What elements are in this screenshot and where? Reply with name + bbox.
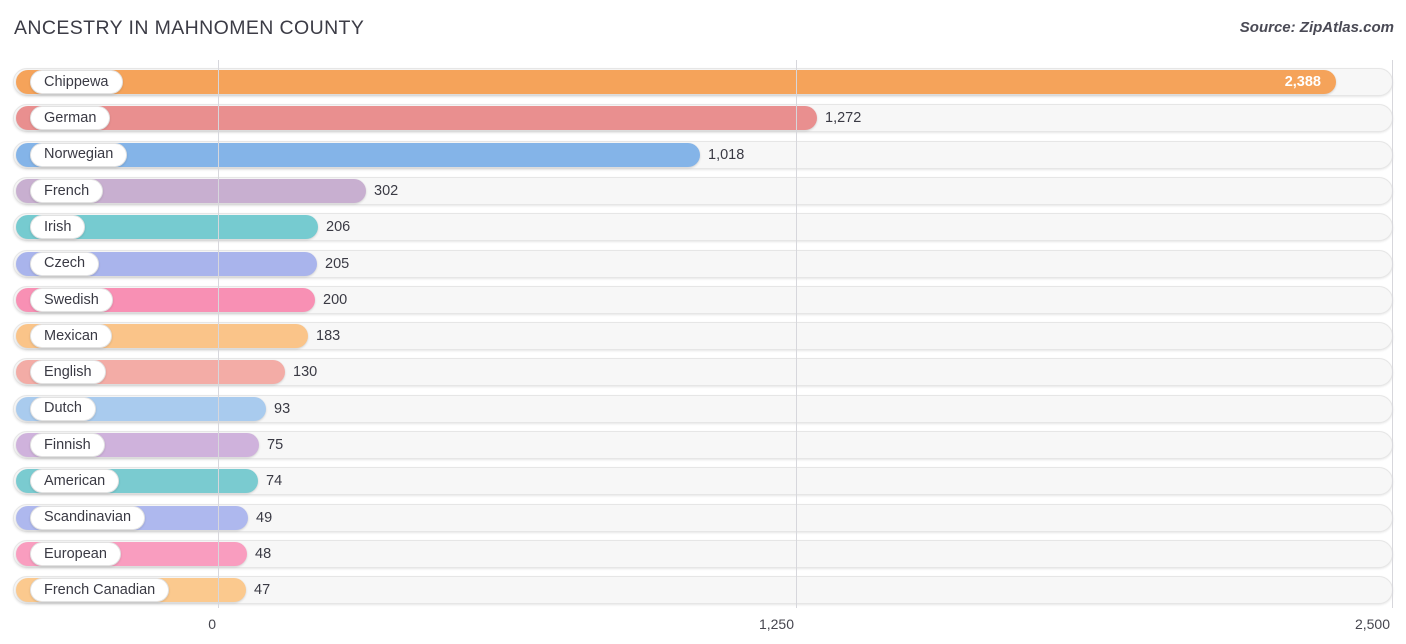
bar-row[interactable]: French 302 [0, 176, 1406, 205]
bar-row[interactable]: Czech 205 [0, 249, 1406, 278]
bar-value-label: 302 [374, 182, 399, 199]
bar-row[interactable]: Finnish 75 [0, 431, 1406, 459]
bar-category-label: Swedish [44, 291, 99, 308]
bar-row[interactable]: Swedish 200 [0, 285, 1406, 314]
bar-value-label: 205 [325, 255, 350, 272]
bar-row[interactable]: Mexican 183 [0, 322, 1406, 351]
bar-value-label: 130 [293, 364, 318, 381]
bar-value-label: 206 [326, 219, 351, 236]
bar-category-label: Chippewa [44, 73, 109, 90]
gridline-2500 [1392, 60, 1393, 608]
bar-category-label: German [44, 110, 97, 127]
bar-category-pill[interactable]: Czech [30, 251, 100, 276]
gridline-0 [218, 60, 219, 608]
bar-category-pill[interactable]: Finnish [30, 433, 105, 457]
bar-row[interactable]: American 74 [0, 467, 1406, 496]
bar-category-pill[interactable]: French [30, 178, 104, 203]
bar-value-label: 1,272 [825, 110, 862, 127]
bar-category-pill[interactable]: Norwegian [30, 142, 128, 167]
bar-row[interactable]: European 48 [0, 539, 1406, 568]
bar-value-label: 183 [316, 328, 341, 345]
bar-row[interactable]: English 130 [0, 358, 1406, 387]
bar-row[interactable]: French Canadian 47 [0, 576, 1406, 605]
x-axis-tick-label: 2,500 [1354, 616, 1390, 632]
bar-value-label: 48 [255, 545, 272, 562]
bar-category-pill[interactable]: Mexican [30, 324, 112, 349]
bar-category-pill[interactable]: American [30, 469, 120, 494]
bar-category-label: French [44, 182, 90, 199]
page-title: ANCESTRY IN MAHNOMEN COUNTY [14, 17, 365, 39]
bar-value-label: 93 [274, 400, 291, 417]
bar-category-label: Czech [44, 255, 86, 272]
bar-value-label: 2,388 [1284, 74, 1321, 90]
bar-row[interactable]: Scandinavian 49 [0, 503, 1406, 532]
bar-category-label: American [44, 473, 106, 490]
bar-value-label: 74 [266, 473, 283, 490]
bar-category-pill[interactable]: Scandinavian [30, 505, 146, 530]
bar-category-pill[interactable]: French Canadian [30, 578, 170, 603]
bar-category-pill[interactable]: English [30, 360, 106, 385]
chart-source-label: Source: ZipAtlas.com [1239, 19, 1394, 36]
bar-category-label: Mexican [44, 327, 98, 344]
bar-category-pill[interactable]: Chippewa [30, 70, 123, 94]
bar-row[interactable]: German 1,272 [0, 104, 1406, 133]
bar-category-pill[interactable]: Swedish [30, 287, 113, 312]
chart-root: ANCESTRY IN MAHNOMEN COUNTY Source: ZipA… [0, 0, 1406, 644]
x-axis-tick-label: 0 [208, 616, 216, 632]
bar-value-label: 47 [254, 582, 271, 599]
bar-fill[interactable] [16, 70, 1336, 94]
bar-category-label: European [44, 545, 107, 562]
bar-category-label: Finnish [44, 436, 91, 453]
bar-category-pill[interactable]: European [30, 541, 121, 566]
bar-row[interactable]: Chippewa 2,388 [0, 68, 1406, 96]
x-axis-tick-label: 1,250 [758, 616, 794, 632]
bar-category-pill[interactable]: German [30, 106, 111, 131]
bar-category-label: Scandinavian [44, 509, 132, 526]
bar-value-label: 200 [323, 291, 348, 308]
bar-category-label: Norwegian [44, 146, 114, 163]
bar-value-label: 49 [256, 509, 273, 526]
bar-category-label: French Canadian [44, 581, 156, 598]
bar-row[interactable]: Irish 206 [0, 213, 1406, 242]
bar-fill[interactable] [16, 106, 817, 131]
bar-category-label: English [44, 364, 92, 381]
bar-category-pill[interactable]: Irish [30, 215, 86, 240]
bar-value-label: 1,018 [708, 146, 745, 163]
bar-row[interactable]: Dutch 93 [0, 394, 1406, 423]
bar-value-label: 75 [267, 437, 284, 453]
x-axis: 0 1,250 2,500 [0, 608, 1406, 644]
bar-category-pill[interactable]: Dutch [30, 396, 96, 421]
plot-area: Chippewa 2,388 German 1,272 Norwegian 1,018 Fr… [0, 60, 1406, 608]
bar-row[interactable]: Norwegian 1,018 [0, 140, 1406, 169]
bar-category-label: Dutch [44, 400, 82, 417]
gridline-1250 [796, 60, 797, 608]
bar-category-label: Irish [44, 218, 72, 235]
